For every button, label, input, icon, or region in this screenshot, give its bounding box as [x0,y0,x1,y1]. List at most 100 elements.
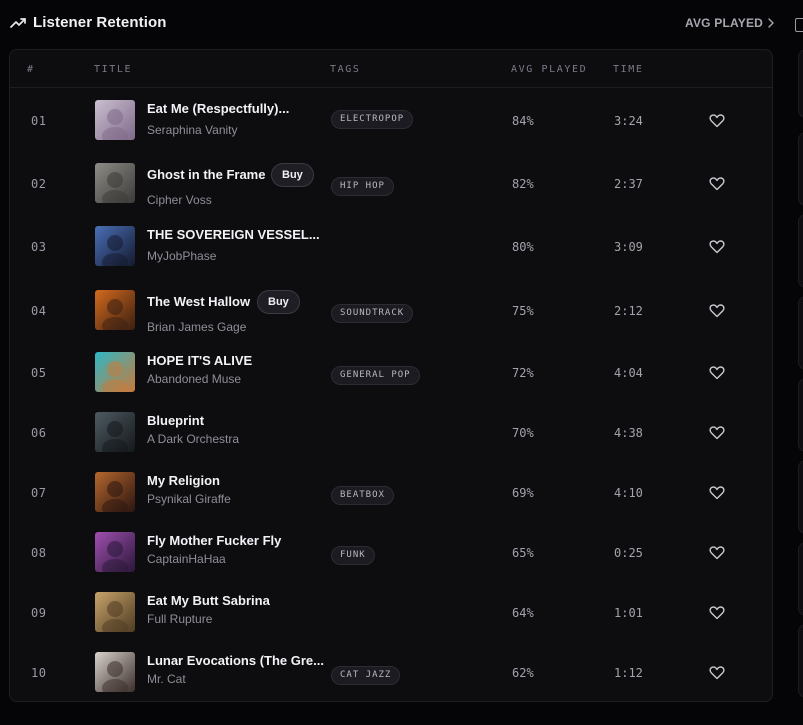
header-divider [10,87,772,88]
track-artist[interactable]: Psynikal Giraffe [147,492,231,506]
track-title[interactable]: Eat Me (Respectfully)... [147,101,289,116]
side-card-edge [798,542,803,616]
album-art[interactable] [95,412,135,452]
heart-icon[interactable] [709,485,725,500]
track-title[interactable]: Fly Mother Fucker Fly [147,533,281,548]
heart-icon[interactable] [709,239,725,254]
side-card-edge [798,132,803,206]
track-duration: 2:12 [614,304,643,318]
track-index: 08 [31,546,47,560]
album-art[interactable] [95,100,135,140]
track-title[interactable]: Blueprint [147,413,204,428]
track-artist[interactable]: Cipher Voss [147,193,212,207]
table-row[interactable]: 03 THE SOVEREIGN VESSEL... MyJobPhase 80% 3:… [10,216,772,276]
table-row[interactable]: 05 HOPE IT'S ALIVE Abandoned Muse GENERAL P… [10,342,772,402]
track-artist[interactable]: Abandoned Muse [147,372,241,386]
track-duration: 1:12 [614,666,643,680]
column-header-title: TITLE [94,64,133,75]
heart-icon[interactable] [709,605,725,620]
track-artist[interactable]: Full Rupture [147,612,212,626]
side-card-edge [798,460,803,534]
album-art[interactable] [95,592,135,632]
side-card-edge [798,49,803,118]
track-index: 05 [31,366,47,380]
track-artist[interactable]: CaptainHaHaa [147,552,226,566]
track-title[interactable]: THE SOVEREIGN VESSEL... [147,227,320,242]
sort-link-label: AVG PLAYED [685,16,764,30]
track-title[interactable]: The West Hallow [147,294,250,309]
buy-button[interactable]: Buy [257,290,300,314]
heart-icon[interactable] [709,365,725,380]
track-title[interactable]: HOPE IT'S ALIVE [147,353,252,368]
track-title[interactable]: Eat My Butt Sabrina [147,593,270,608]
column-header-avg-played: AVG PLAYED [511,64,588,75]
avg-played-value: 72% [512,366,534,380]
genre-tag[interactable]: CAT JAZZ [331,666,401,685]
track-artist[interactable]: MyJobPhase [147,249,216,263]
track-artist[interactable]: A Dark Orchestra [147,432,239,446]
genre-tag[interactable]: FUNK [331,546,375,565]
table-row[interactable]: 10 Lunar Evocations (The Gre... Mr. Cat CAT… [10,642,772,702]
sort-avg-played-link[interactable]: AVG PLAYED [685,16,774,30]
table-row[interactable]: 01 Eat Me (Respectfully)... Seraphina Vani… [10,90,772,150]
album-art[interactable] [95,290,135,330]
heart-icon[interactable] [709,176,725,191]
track-title[interactable]: My Religion [147,473,220,488]
genre-tag[interactable]: BEATBOX [331,486,394,505]
track-duration: 0:25 [614,546,643,560]
genre-tag[interactable]: SOUNDTRACK [331,304,414,323]
album-art[interactable] [95,226,135,266]
track-index: 07 [31,486,47,500]
track-artist[interactable]: Brian James Gage [147,320,246,334]
album-art[interactable] [95,472,135,512]
table-row[interactable]: 09 Eat My Butt Sabrina Full Rupture 64% 1:01 [10,582,772,642]
track-index: 03 [31,240,47,254]
avg-played-value: 80% [512,240,534,254]
side-card-edge [798,378,803,452]
genre-tag[interactable]: ELECTROPOP [331,110,414,129]
table-row[interactable]: 08 Fly Mother Fucker Fly CaptainHaHaa FUNK 6… [10,522,772,582]
track-duration: 4:04 [614,366,643,380]
genre-tag[interactable]: GENERAL POP [331,366,420,385]
genre-tag[interactable]: HIP HOP [331,177,394,196]
section-header: Listener Retention AVG PLAYED [10,12,803,36]
heart-icon[interactable] [709,425,725,440]
avg-played-value: 65% [512,546,534,560]
heart-icon[interactable] [709,303,725,318]
side-panel-icon[interactable] [795,18,803,32]
buy-button[interactable]: Buy [271,163,314,187]
track-title[interactable]: Lunar Evocations (The Gre... [147,653,324,668]
track-index: 04 [31,304,47,318]
table-row[interactable]: 02 Ghost in the Frame Cipher Voss Buy HIP HO… [10,153,772,213]
retention-table: # TITLE TAGS AVG PLAYED TIME 01 Eat Me (R… [9,49,773,702]
track-artist[interactable]: Mr. Cat [147,672,186,686]
side-card-edge [798,624,803,698]
column-header-time: TIME [613,64,644,75]
column-header-tags: TAGS [330,64,361,75]
heart-icon[interactable] [709,113,725,128]
track-index: 02 [31,177,47,191]
track-duration: 2:37 [614,177,643,191]
section-title: Listener Retention [33,14,167,31]
avg-played-value: 69% [512,486,534,500]
side-card-edge [798,214,803,288]
chevron-right-icon [768,18,774,28]
track-artist[interactable]: Seraphina Vanity [147,123,238,137]
track-duration: 1:01 [614,606,643,620]
track-title[interactable]: Ghost in the Frame [147,167,265,182]
heart-icon[interactable] [709,545,725,560]
heart-icon[interactable] [709,665,725,680]
table-row[interactable]: 06 Blueprint A Dark Orchestra 70% 4:38 [10,402,772,462]
trending-up-icon [10,16,26,30]
avg-played-value: 82% [512,177,534,191]
album-art[interactable] [95,532,135,572]
album-art[interactable] [95,352,135,392]
avg-played-value: 75% [512,304,534,318]
table-row[interactable]: 07 My Religion Psynikal Giraffe BEATBOX 69% 4… [10,462,772,522]
album-art[interactable] [95,163,135,203]
track-duration: 3:24 [614,114,643,128]
avg-played-value: 84% [512,114,534,128]
avg-played-value: 64% [512,606,534,620]
album-art[interactable] [95,652,135,692]
table-row[interactable]: 04 The West Hallow Brian James Gage Buy SOUN… [10,280,772,340]
